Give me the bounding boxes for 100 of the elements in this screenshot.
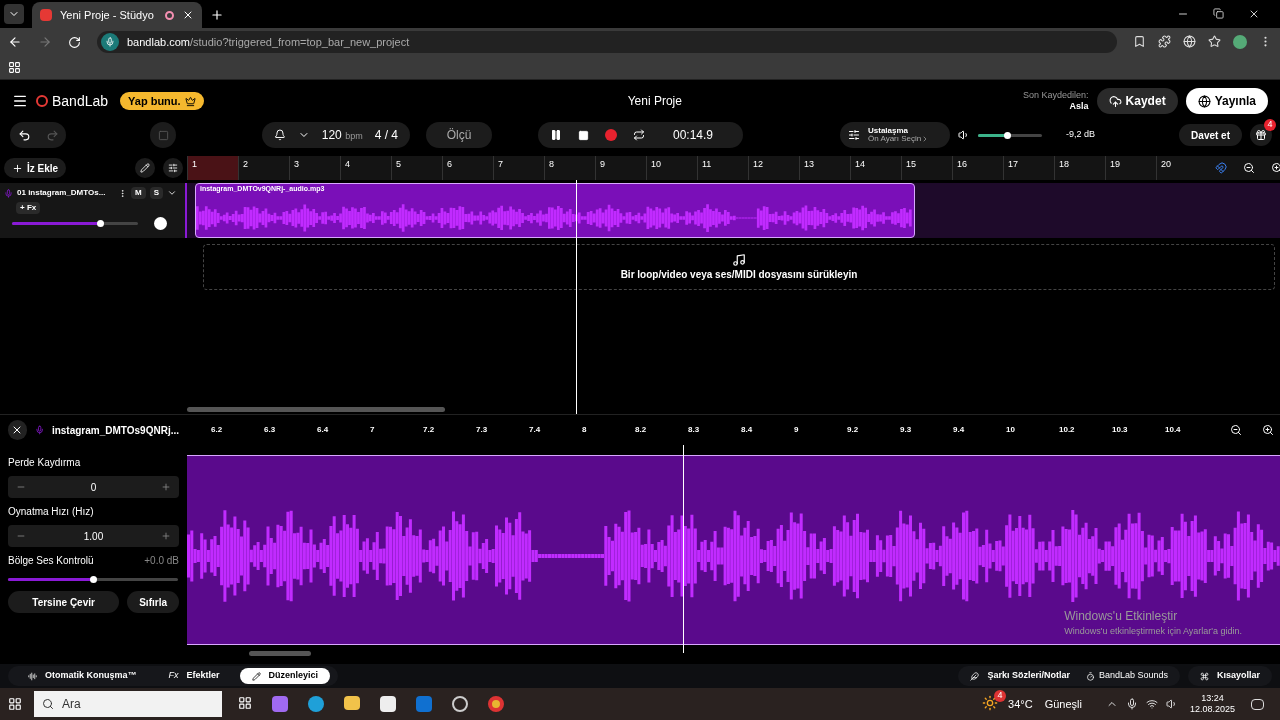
activation-subtitle: Windows'u etkinleştirmek için Ayarlar'a gidin. (1064, 624, 1242, 638)
back-icon[interactable] (8, 35, 22, 49)
slider-thumb[interactable] (1003, 131, 1011, 139)
reload-icon[interactable] (68, 35, 81, 49)
tab-title: Yeni Proje - Stüdyo (60, 7, 155, 23)
loop-icon[interactable] (633, 129, 645, 141)
close-icon[interactable] (182, 9, 194, 21)
ruler-label: 7 (370, 424, 376, 436)
gift-icon[interactable] (1255, 129, 1267, 141)
zoom-in-icon[interactable] (1262, 424, 1274, 436)
tab-list-button[interactable] (4, 4, 24, 24)
tempo-value[interactable]: 120 bpm (321, 126, 363, 144)
project-title: Yeni Proje (627, 93, 682, 110)
panel-tab[interactable]: Otomatik Konuşma™ (16, 668, 149, 684)
chrome-icon[interactable] (488, 696, 504, 712)
slider-thumb[interactable] (97, 220, 105, 227)
lyrics-button[interactable]: Şarkı Sözleri/Notlar (970, 669, 1070, 683)
add-track-button[interactable]: İz Ekle (4, 158, 67, 178)
publish-button[interactable]: Yayınla (1185, 88, 1268, 114)
feather-icon (970, 671, 980, 681)
track-settings-button[interactable] (163, 158, 183, 178)
bar-number: 9 (595, 156, 646, 180)
store-icon[interactable] (380, 696, 396, 712)
plus-icon (161, 531, 171, 541)
stop-icon[interactable] (578, 129, 589, 141)
bar-number: 14 (850, 156, 901, 180)
menu-icon[interactable] (12, 93, 28, 109)
address-field[interactable]: bandlab.com/studio?triggered_from=top_bar_new_project (97, 31, 1117, 53)
time-signature[interactable]: 4 / 4 (374, 126, 398, 144)
snap-icon[interactable] (1215, 162, 1227, 174)
track-header[interactable]: 01 instagram_DMTOs... M S + Fx (0, 183, 187, 238)
invite-button[interactable]: Davet et (1179, 124, 1242, 146)
drop-zone[interactable]: Bir loop/video veya ses/MIDI dosyasını sürükleyin (203, 244, 1275, 290)
search-field[interactable]: Ara (34, 691, 222, 717)
forward-icon[interactable] (38, 35, 52, 49)
ruler-label: 9 (794, 424, 800, 436)
translate-icon[interactable] (1183, 35, 1196, 48)
solo-button[interactable]: S (149, 187, 163, 199)
ruler-label: 7.3 (476, 424, 489, 436)
rate-stepper[interactable]: 1.00 (8, 525, 179, 547)
reset-button[interactable]: Sıfırla (127, 591, 179, 613)
zoom-out-icon[interactable] (1243, 162, 1255, 174)
undo-icon (17, 128, 31, 142)
zoom-in-icon[interactable] (1271, 162, 1280, 174)
microphone-icon[interactable] (1125, 698, 1138, 710)
panel-tab[interactable]: Fx Efektler (156, 668, 232, 684)
mail-icon[interactable] (416, 696, 432, 712)
square-icon (157, 129, 169, 141)
restore-icon[interactable] (1213, 8, 1224, 19)
bandlab-logo[interactable]: BandLab (36, 90, 109, 112)
zoom-out-icon[interactable] (1230, 424, 1242, 436)
automation-button[interactable] (135, 158, 155, 178)
slider-thumb[interactable] (90, 576, 97, 583)
gain-reading: +0.0 dB (144, 554, 179, 568)
ruler-label: 10 (1006, 424, 1016, 436)
scrollbar-thumb[interactable] (249, 651, 311, 656)
browser-tab[interactable]: Yeni Proje - Stüdyo (32, 2, 202, 28)
pause-icon[interactable] (550, 129, 562, 141)
microphone-icon (34, 425, 44, 435)
save-button[interactable]: Kaydet (1096, 88, 1178, 114)
reverse-button[interactable]: Tersine Çevir (8, 591, 120, 613)
task-view-icon[interactable] (238, 696, 252, 710)
panel-tab[interactable]: Düzenleyici (239, 668, 331, 684)
profile-icon[interactable] (1233, 35, 1247, 49)
extension-icon[interactable] (1158, 35, 1171, 48)
weather-text: Güneşli (1044, 696, 1082, 712)
waveform-editor[interactable]: Windows'u Etkinleştir Windows'u etkinleştirmek için Ayarlar'a gidin. (187, 455, 1280, 645)
pencil-icon (251, 671, 261, 681)
sounds-button[interactable]: BandLab Sounds (1085, 669, 1168, 683)
more-icon[interactable] (118, 188, 127, 198)
pitch-stepper[interactable]: 0 (8, 476, 179, 498)
browser-icon[interactable] (308, 696, 324, 712)
shortcuts-button[interactable]: Kısayollar (1187, 666, 1272, 686)
notifications-icon[interactable] (1251, 698, 1264, 710)
measure-button[interactable]: Ölçü (426, 122, 492, 148)
close-window-icon[interactable] (1248, 8, 1260, 20)
volume-icon[interactable] (1165, 698, 1178, 710)
bar-number: 20 (1156, 156, 1207, 180)
app-icon[interactable] (452, 696, 468, 712)
caret-icon[interactable] (167, 188, 177, 198)
editor-title: instagram_DMTOs9QNRj... (51, 423, 179, 438)
pan-knob[interactable] (154, 217, 167, 230)
reading-mode-icon[interactable] (1133, 35, 1146, 48)
promo-button[interactable]: Yap bunu. (120, 92, 204, 110)
scrollbar-thumb[interactable] (187, 407, 445, 412)
record-icon[interactable] (605, 129, 617, 141)
input-monitor-button[interactable] (150, 122, 176, 148)
close-button[interactable] (8, 420, 27, 440)
folder-icon[interactable] (344, 696, 360, 710)
bookmark-star-icon[interactable] (1208, 35, 1221, 48)
metronome-icon[interactable] (274, 129, 286, 141)
mastering-button[interactable]: Ustalaşma Ön Ayarı Seçin (840, 122, 950, 148)
effects-button[interactable]: + Fx (16, 202, 41, 214)
apps-icon[interactable] (8, 61, 21, 74)
network-icon[interactable] (1145, 698, 1158, 710)
mute-button[interactable]: M (131, 187, 146, 199)
music-note-icon (732, 252, 746, 267)
drop-zone-text: Bir loop/video veya ses/MIDI dosyasını sürükleyin (620, 267, 858, 282)
plus-icon (12, 162, 23, 174)
new-tab-icon[interactable] (210, 8, 224, 22)
